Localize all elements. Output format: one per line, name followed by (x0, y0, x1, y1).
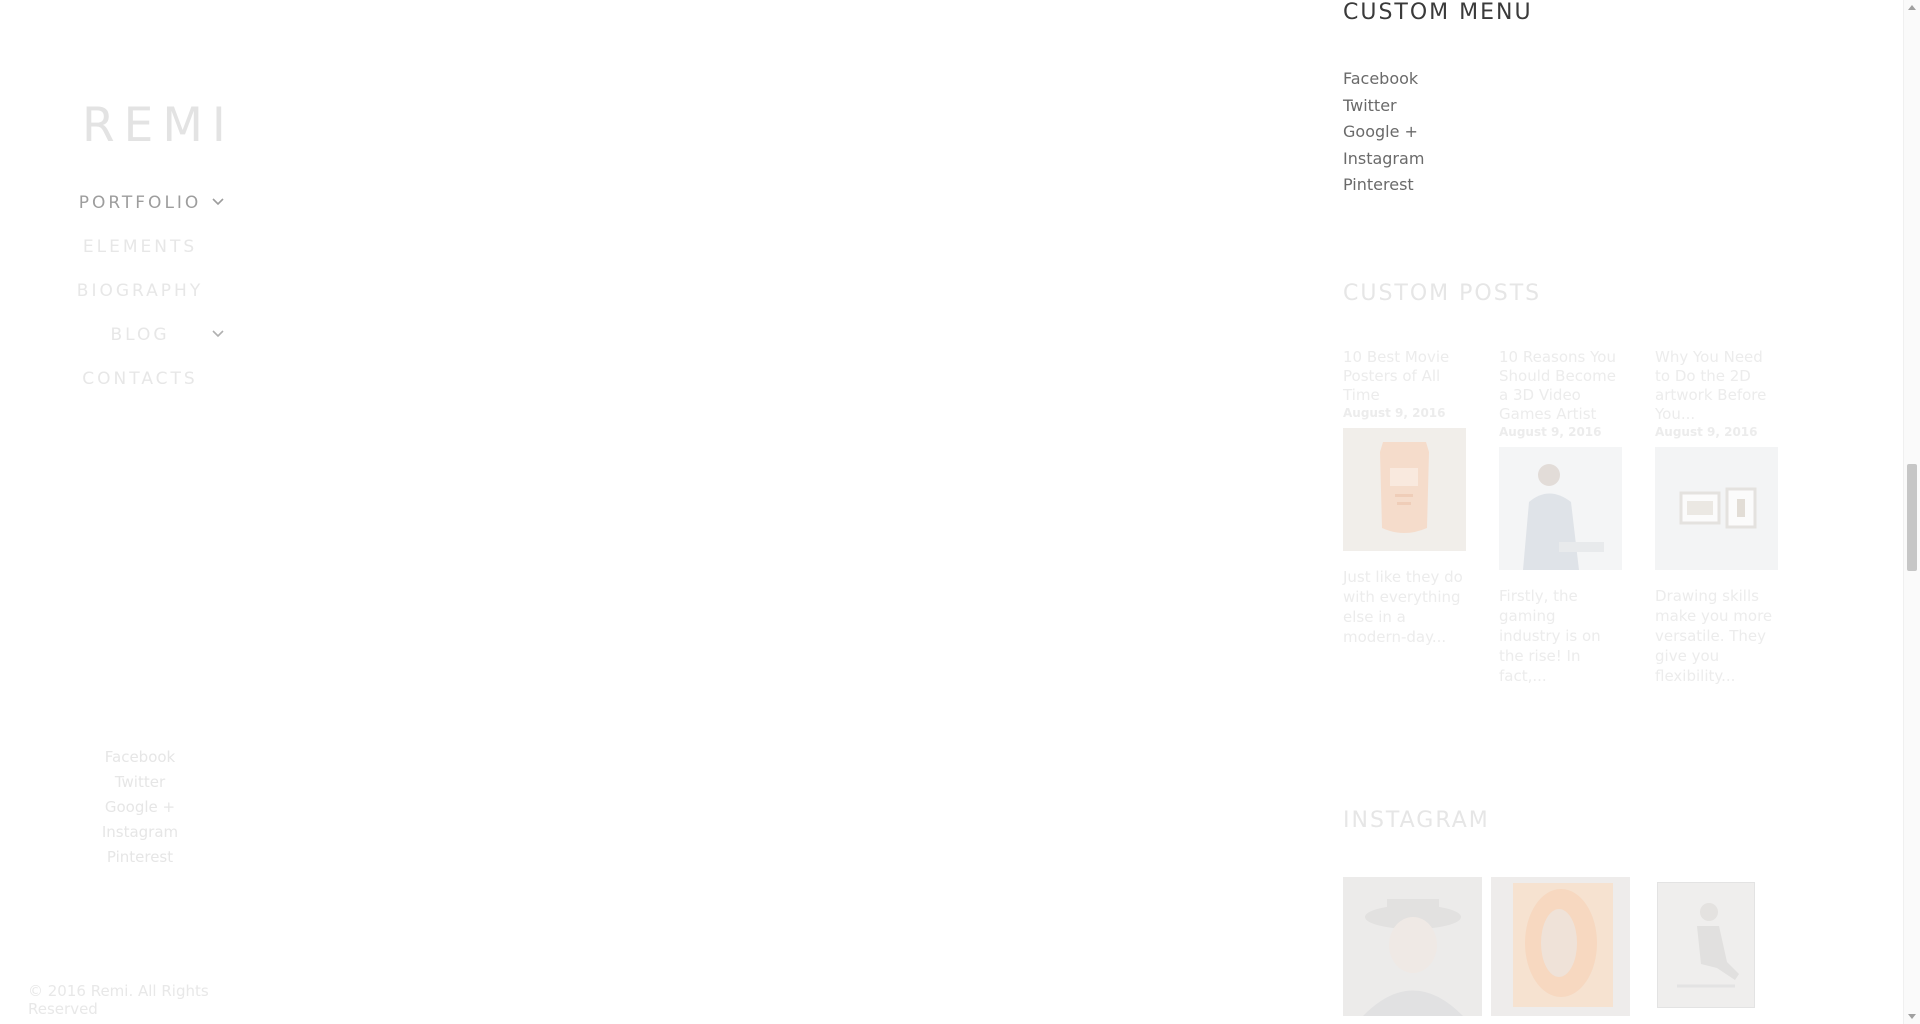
site-logo[interactable]: REMI (82, 98, 235, 153)
post-excerpt: Just like they do with everything else i… (1343, 568, 1463, 646)
nav-item-contacts[interactable]: CONTACTS (0, 362, 280, 406)
social-link-facebook[interactable]: Facebook (0, 747, 280, 772)
post-title[interactable]: 10 Best Movie Posters of All Time (1343, 348, 1468, 405)
nav-label: BIOGRAPHY (76, 281, 204, 301)
scroll-down-icon[interactable] (1908, 1014, 1916, 1019)
post-title[interactable]: 10 Reasons You Should Become a 3D Video … (1499, 348, 1624, 424)
copyright-text: © 2016 Remi. All Rights Reserved (28, 982, 209, 1018)
scroll-up-icon[interactable] (1908, 5, 1916, 10)
custom-posts-title: CUSTOM POSTS (1343, 281, 1542, 306)
post-card: 10 Reasons You Should Become a 3D Video … (1499, 348, 1624, 686)
social-link-pinterest[interactable]: Pinterest (0, 847, 280, 872)
nav-label: BLOG (110, 325, 170, 345)
post-date: August 9, 2016 (1499, 425, 1602, 439)
main-nav: PORTFOLIO ELEMENTS BIOGRAPHY BLOG CONTAC… (0, 186, 280, 406)
menu-link-pinterest[interactable]: Pinterest (1343, 174, 1424, 201)
custom-menu: Facebook Twitter Google + Instagram Pint… (1343, 68, 1424, 201)
nav-label: PORTFOLIO (78, 193, 202, 213)
post-excerpt: Drawing skills make you more versatile. … (1655, 587, 1773, 685)
menu-link-instagram[interactable]: Instagram (1343, 148, 1424, 175)
post-card: 10 Best Movie Posters of All Time August… (1343, 348, 1468, 647)
post-card: Why You Need to Do the 2D artwork Before… (1655, 348, 1780, 686)
custom-menu-title: CUSTOM MENU (1343, 0, 1533, 25)
nav-item-elements[interactable]: ELEMENTS (0, 230, 280, 274)
page-scrollbar[interactable] (1903, 0, 1920, 1024)
ear-sculpture-image[interactable] (1491, 877, 1630, 1016)
man-in-hat-image[interactable] (1343, 877, 1482, 1016)
nav-label: ELEMENTS (82, 237, 198, 257)
sidebar-social-links: Facebook Twitter Google + Instagram Pint… (0, 747, 280, 872)
chevron-down-icon[interactable] (211, 194, 225, 208)
product-bag-image[interactable] (1343, 428, 1466, 551)
nav-label: CONTACTS (82, 369, 198, 389)
post-title[interactable]: Why You Need to Do the 2D artwork Before… (1655, 348, 1780, 424)
menu-link-facebook[interactable]: Facebook (1343, 68, 1424, 95)
menu-link-google-plus[interactable]: Google + (1343, 121, 1424, 148)
man-portrait-image[interactable] (1499, 447, 1622, 570)
nav-item-biography[interactable]: BIOGRAPHY (0, 274, 280, 318)
social-link-google-plus[interactable]: Google + (0, 797, 280, 822)
chevron-down-icon[interactable] (211, 326, 225, 340)
instagram-feed (1343, 877, 1803, 1024)
post-date: August 9, 2016 (1343, 406, 1446, 420)
seated-woman-image[interactable] (1657, 882, 1755, 1008)
scrollbar-thumb[interactable] (1907, 464, 1917, 571)
post-excerpt: Firstly, the gaming industry is on the r… (1499, 587, 1601, 685)
post-date: August 9, 2016 (1655, 425, 1758, 439)
instagram-title: INSTAGRAM (1343, 808, 1490, 833)
social-link-instagram[interactable]: Instagram (0, 822, 280, 847)
social-link-twitter[interactable]: Twitter (0, 772, 280, 797)
sidebar: REMI PORTFOLIO ELEMENTS BIOGRAPHY BLOG C… (0, 0, 280, 1024)
nav-item-blog[interactable]: BLOG (0, 318, 280, 362)
nav-item-portfolio[interactable]: PORTFOLIO (0, 186, 280, 230)
menu-link-twitter[interactable]: Twitter (1343, 95, 1424, 122)
framed-art-image[interactable] (1655, 447, 1778, 570)
